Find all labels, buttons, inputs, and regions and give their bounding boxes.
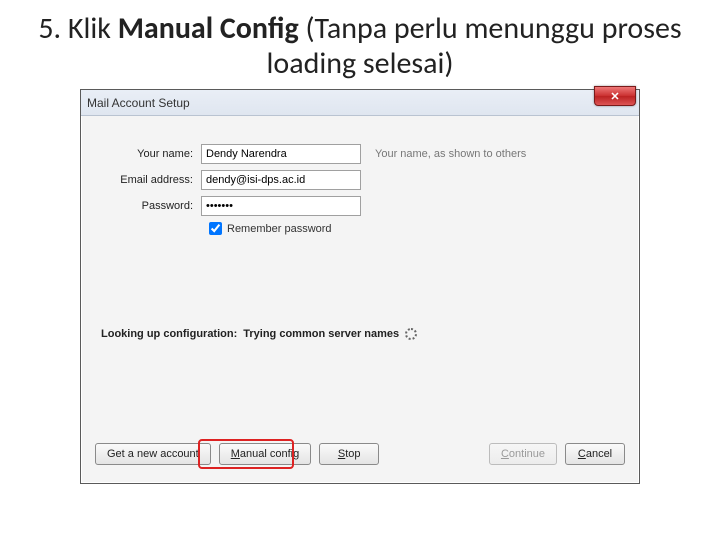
label-remember-password: Remember password (227, 223, 332, 235)
row-password: Password: (101, 196, 619, 216)
heading-prefix: 5. Klik (38, 10, 117, 47)
close-button[interactable]: ✕ (594, 86, 636, 106)
cancel-mnemonic: C (578, 448, 586, 460)
stop-button[interactable]: Stop (319, 443, 379, 465)
stop-label: top (345, 448, 360, 460)
window-title: Mail Account Setup (87, 96, 190, 110)
status-line: Looking up configuration: Trying common … (101, 328, 417, 340)
cancel-button[interactable]: Cancel (565, 443, 625, 465)
heading-suffix: (Tanpa perlu menunggu proses loading sel… (267, 10, 682, 82)
row-email: Email address: (101, 170, 619, 190)
titlebar: Mail Account Setup ✕ (81, 90, 639, 116)
label-password: Password: (101, 200, 201, 212)
row-remember: Remember password (209, 222, 619, 235)
manual-config-label: anual config (240, 448, 299, 460)
input-password[interactable] (201, 196, 361, 216)
manual-config-button[interactable]: Manual config (219, 443, 312, 465)
heading-bold: Manual Config (118, 10, 299, 47)
status-text: Trying common server names (243, 328, 399, 340)
continue-button: Continue (489, 443, 557, 465)
input-email[interactable] (201, 170, 361, 190)
hint-your-name: Your name, as shown to others (375, 148, 526, 160)
dialog-body: Your name: Your name, as shown to others… (81, 116, 639, 245)
get-new-account-label: Get a new account (107, 448, 199, 460)
continue-mnemonic: C (501, 448, 509, 460)
spinner-icon (405, 328, 417, 340)
manual-config-mnemonic: M (231, 448, 240, 460)
close-icon: ✕ (610, 90, 619, 103)
label-your-name: Your name: (101, 148, 201, 160)
cancel-label: ancel (586, 448, 612, 460)
mail-account-setup-dialog: Mail Account Setup ✕ Your name: Your nam… (80, 89, 640, 484)
continue-label: ontinue (509, 448, 545, 460)
label-email: Email address: (101, 174, 201, 186)
get-new-account-button[interactable]: Get a new account (95, 443, 211, 465)
button-row: Get a new account Manual config Stop Con… (95, 443, 625, 465)
checkbox-remember-password[interactable] (209, 222, 222, 235)
input-your-name[interactable] (201, 144, 361, 164)
slide-heading: 5. Klik Manual Config (Tanpa perlu menun… (20, 12, 700, 81)
row-your-name: Your name: Your name, as shown to others (101, 144, 619, 164)
status-label: Looking up configuration: (101, 328, 237, 340)
